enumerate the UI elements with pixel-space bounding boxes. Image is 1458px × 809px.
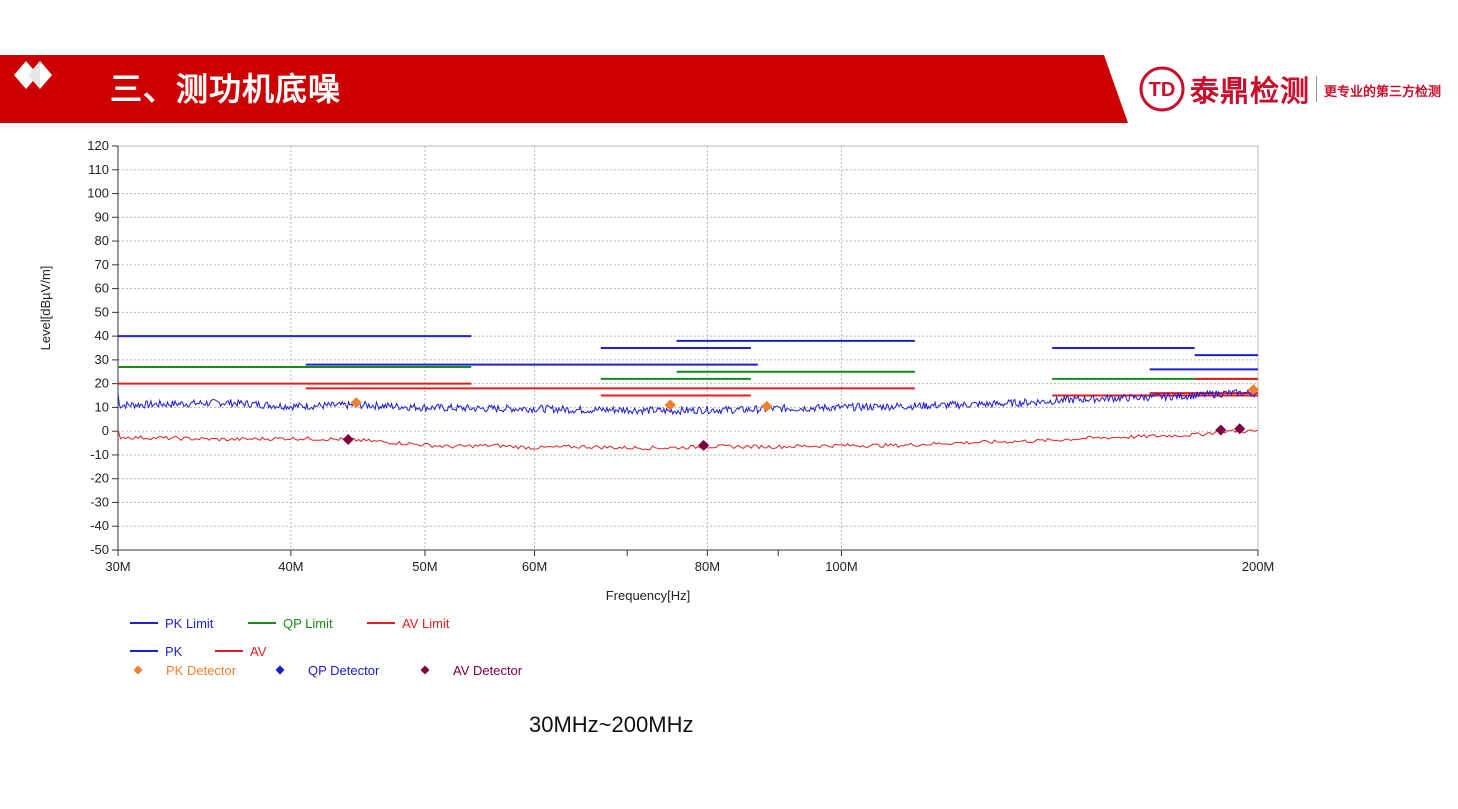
- logo-mark-text: TD: [1149, 79, 1176, 101]
- x-tick-label: 100M: [825, 559, 858, 574]
- chart-legend: PK Limit QP Limit AV Limit PK AV PK Detector Q…: [130, 616, 523, 678]
- logo-name: 泰鼎检测: [1190, 74, 1311, 108]
- logo-divider: [1316, 76, 1317, 102]
- page-title: 三、测功机底噪: [110, 70, 342, 108]
- y-tick-label: 30: [95, 352, 109, 367]
- x-tick-label: 200M: [1242, 559, 1275, 574]
- company-logo: TD 泰鼎检测 更专业的第三方检测: [1138, 62, 1453, 116]
- y-tick-label: -50: [90, 542, 109, 557]
- legend-label-av: AV: [250, 644, 267, 659]
- y-tick-label: -20: [90, 471, 109, 486]
- legend-swatch-pk-detector: [133, 665, 143, 675]
- y-tick-label: 50: [95, 304, 109, 319]
- frequency-range-caption: 30MHz~200MHz: [529, 712, 694, 737]
- legend-label-av-detector: AV Detector: [453, 663, 523, 678]
- y-tick-label: 80: [95, 233, 109, 248]
- y-tick-label: 20: [95, 376, 109, 391]
- y-tick-label: 60: [95, 281, 109, 296]
- legend-label-pk-limit: PK Limit: [165, 616, 214, 631]
- x-axis-label: Frequency[Hz]: [606, 588, 691, 603]
- header-banner: 三、测功机底噪: [0, 55, 1128, 123]
- y-tick-label: 110: [88, 162, 109, 177]
- y-axis-label: Level[dBµV/m]: [38, 266, 53, 351]
- legend-label-av-limit: AV Limit: [402, 616, 450, 631]
- emission-chart: 1201101009080706050403020100-10-20-30-40…: [38, 138, 1275, 678]
- y-tick-label: 40: [95, 328, 109, 343]
- y-tick-label: 90: [95, 209, 109, 224]
- x-tick-label: 50M: [412, 559, 437, 574]
- legend-label-qp-detector: QP Detector: [308, 663, 380, 678]
- y-tick-label: 10: [95, 399, 109, 414]
- y-tick-label: 0: [102, 423, 109, 438]
- y-tick-label: 120: [87, 138, 109, 153]
- x-tick-label: 60M: [522, 559, 547, 574]
- y-tick-label: 70: [95, 257, 109, 272]
- legend-swatch-qp-detector: [275, 665, 285, 675]
- logo-slogan: 更专业的第三方检测: [1324, 85, 1442, 100]
- legend-swatch-av-detector: [420, 665, 430, 675]
- legend-label-pk: PK: [165, 644, 183, 659]
- double-diamond-icon: [14, 61, 52, 89]
- x-tick-label: 30M: [105, 559, 130, 574]
- y-tick-label: -40: [90, 518, 109, 533]
- y-tick-label: -10: [90, 447, 109, 462]
- x-tick-label: 40M: [278, 559, 303, 574]
- legend-label-qp-limit: QP Limit: [283, 616, 333, 631]
- y-tick-label: -30: [90, 494, 109, 509]
- y-tick-label: 100: [87, 186, 109, 201]
- legend-label-pk-detector: PK Detector: [166, 663, 237, 678]
- logo-mark-icon: TD: [1139, 66, 1185, 112]
- x-tick-label: 80M: [695, 559, 720, 574]
